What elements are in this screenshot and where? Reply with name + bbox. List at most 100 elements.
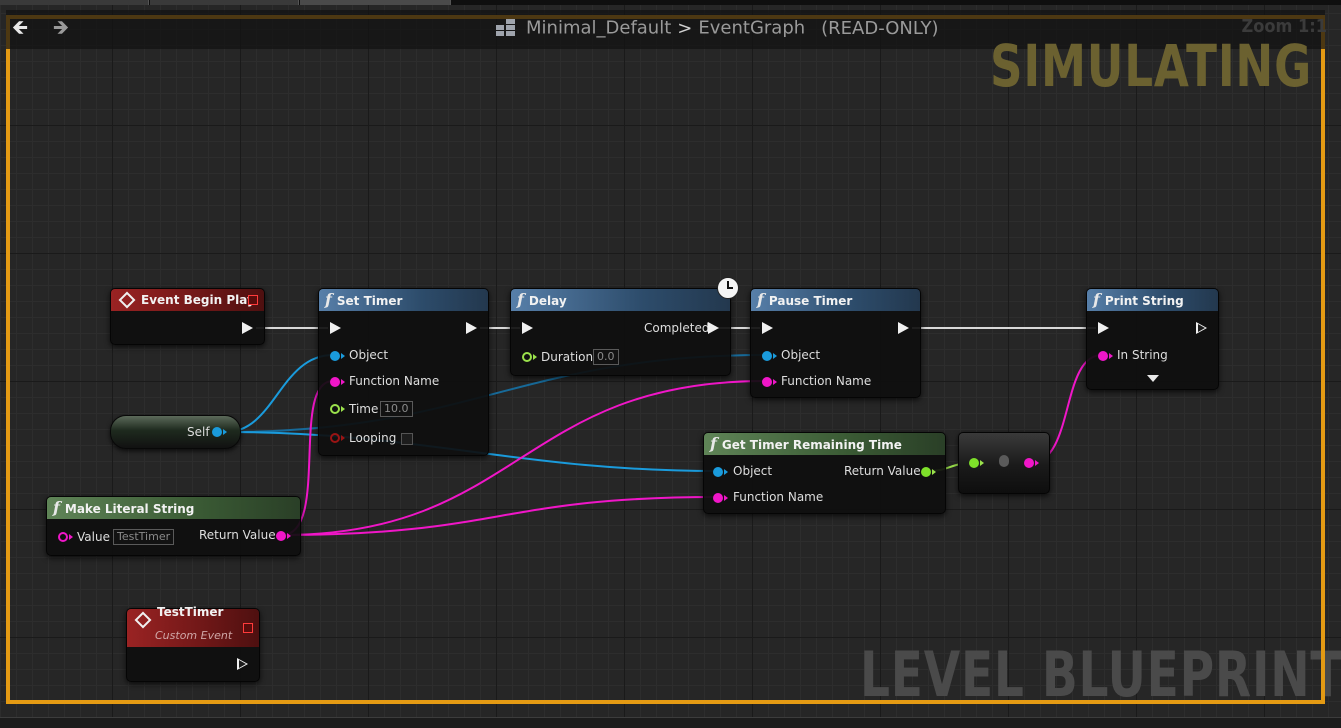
float-to-string-conversion-node[interactable] <box>958 432 1050 494</box>
pin-label-value: Value <box>77 530 110 544</box>
pause-timer-node[interactable]: f Pause Timer Object Function Name <box>750 288 921 398</box>
read-only-label: (READ-ONLY) <box>821 17 939 39</box>
pin-arrow-icon <box>341 353 345 359</box>
delegate-pin-icon[interactable] <box>248 295 258 305</box>
exec-in-pin[interactable] <box>522 322 533 334</box>
node-title: TestTimer <box>157 605 224 619</box>
string-out-pin[interactable] <box>1024 458 1034 468</box>
exec-out-pin[interactable] <box>237 658 248 670</box>
float-in-pin[interactable] <box>969 458 979 468</box>
exec-out-pin[interactable] <box>898 322 909 334</box>
self-reference-node[interactable]: Self <box>110 415 241 449</box>
make-literal-string-node[interactable]: f Make Literal String Value TestTimer Ret… <box>46 496 301 556</box>
function-icon: f <box>325 290 332 309</box>
pin-arrow-icon <box>1035 460 1039 466</box>
exec-out-pin[interactable] <box>466 322 477 334</box>
pin-label-return-value: Return Value <box>844 464 921 478</box>
event-icon <box>118 291 136 308</box>
node-title: Get Timer Remaining Time <box>721 438 902 452</box>
self-label: Self <box>187 425 210 439</box>
object-pin[interactable] <box>762 351 772 361</box>
exec-in-pin[interactable] <box>762 322 773 334</box>
pin-label-function-name: Function Name <box>349 374 440 388</box>
function-icon: f <box>517 290 524 309</box>
breadcrumb-separator: > <box>677 17 693 39</box>
pin-arrow-icon <box>932 469 936 475</box>
node-header: Event Begin Play <box>111 289 264 311</box>
exec-in-pin[interactable] <box>330 322 341 334</box>
pin-label-completed: Completed <box>644 321 710 335</box>
object-pin[interactable] <box>713 467 723 477</box>
pin-label-object: Object <box>781 348 821 362</box>
pin-label-in-string: In String <box>1117 348 1168 362</box>
node-title: Print String <box>1104 294 1184 308</box>
pin-arrow-icon <box>980 460 984 466</box>
node-title: Delay <box>528 294 567 308</box>
return-value-pin[interactable] <box>921 467 931 477</box>
in-string-pin[interactable] <box>1098 351 1108 361</box>
pin-label-object: Object <box>349 348 389 362</box>
pin-arrow-icon <box>341 435 345 441</box>
print-string-node[interactable]: f Print String In String <box>1086 288 1219 390</box>
pin-label-looping: Looping <box>349 431 397 445</box>
node-header: TestTimer Custom Event <box>127 605 259 647</box>
pin-arrow-icon <box>773 353 777 359</box>
set-timer-node[interactable]: f Set Timer Object Function Name Time 10.… <box>318 288 489 456</box>
function-name-pin[interactable] <box>762 377 772 387</box>
time-value-field[interactable]: 10.0 <box>380 401 413 417</box>
value-text-field[interactable]: TestTimer <box>113 529 175 545</box>
pin-label-duration: Duration <box>541 350 594 364</box>
node-title: Pause Timer <box>768 294 853 308</box>
pin-arrow-icon <box>69 534 73 540</box>
time-pin[interactable] <box>330 404 340 414</box>
duration-value-field[interactable]: 0.0 <box>593 349 619 365</box>
exec-out-pin[interactable] <box>242 322 253 334</box>
pin-arrow-icon <box>287 533 291 539</box>
return-value-pin[interactable] <box>276 531 286 541</box>
exec-out-pin[interactable] <box>1196 322 1207 334</box>
node-header: f Pause Timer <box>751 289 920 311</box>
pin-arrow-icon <box>724 495 728 501</box>
function-icon: f <box>1093 290 1100 309</box>
breadcrumb-graph: EventGraph <box>698 17 806 39</box>
back-arrow-icon[interactable]: 🡸 <box>9 16 31 38</box>
completed-exec-out-pin[interactable] <box>708 322 719 334</box>
node-header: f Print String <box>1087 289 1218 311</box>
node-title: Set Timer <box>336 294 403 308</box>
pin-label-time: Time <box>349 402 379 416</box>
pin-arrow-icon <box>341 379 345 385</box>
function-icon: f <box>757 290 764 309</box>
pin-label-function-name: Function Name <box>781 374 872 388</box>
self-out-pin[interactable] <box>212 427 222 437</box>
node-header: f Get Timer Remaining Time <box>704 433 945 455</box>
event-icon <box>134 611 152 628</box>
node-subtitle: Custom Event <box>155 629 233 642</box>
forward-arrow-icon[interactable]: 🡺 <box>50 16 72 38</box>
clock-icon <box>717 277 739 299</box>
function-name-pin[interactable] <box>330 377 340 387</box>
expand-arrow-icon[interactable] <box>1147 375 1159 382</box>
get-timer-remaining-time-node[interactable]: f Get Timer Remaining Time Object Functio… <box>703 432 946 514</box>
function-icon: f <box>53 498 60 517</box>
pin-label-function-name: Function Name <box>733 490 824 504</box>
looping-checkbox[interactable] <box>401 433 413 445</box>
test-timer-custom-event-node[interactable]: TestTimer Custom Event <box>126 605 260 682</box>
pin-arrow-icon <box>533 354 537 360</box>
conversion-icon <box>999 455 1009 467</box>
node-title: Make Literal String <box>64 502 195 516</box>
node-header: f Set Timer <box>319 289 488 311</box>
looping-pin[interactable] <box>330 433 340 443</box>
event-begin-play-node[interactable]: Event Begin Play <box>110 288 265 345</box>
value-pin[interactable] <box>58 532 68 542</box>
function-name-pin[interactable] <box>713 493 723 503</box>
object-pin[interactable] <box>330 351 340 361</box>
simulating-watermark: SIMULATING <box>990 32 1312 100</box>
pin-arrow-icon <box>223 429 227 435</box>
delegate-pin-icon[interactable] <box>243 623 253 633</box>
breadcrumb-blueprint[interactable]: Minimal_Default <box>526 18 671 39</box>
node-header: f Delay <box>511 289 730 311</box>
exec-in-pin[interactable] <box>1098 322 1109 334</box>
delay-node[interactable]: f Delay Completed Duration 0.0 <box>510 288 731 376</box>
pin-arrow-icon <box>773 379 777 385</box>
duration-pin[interactable] <box>522 352 532 362</box>
